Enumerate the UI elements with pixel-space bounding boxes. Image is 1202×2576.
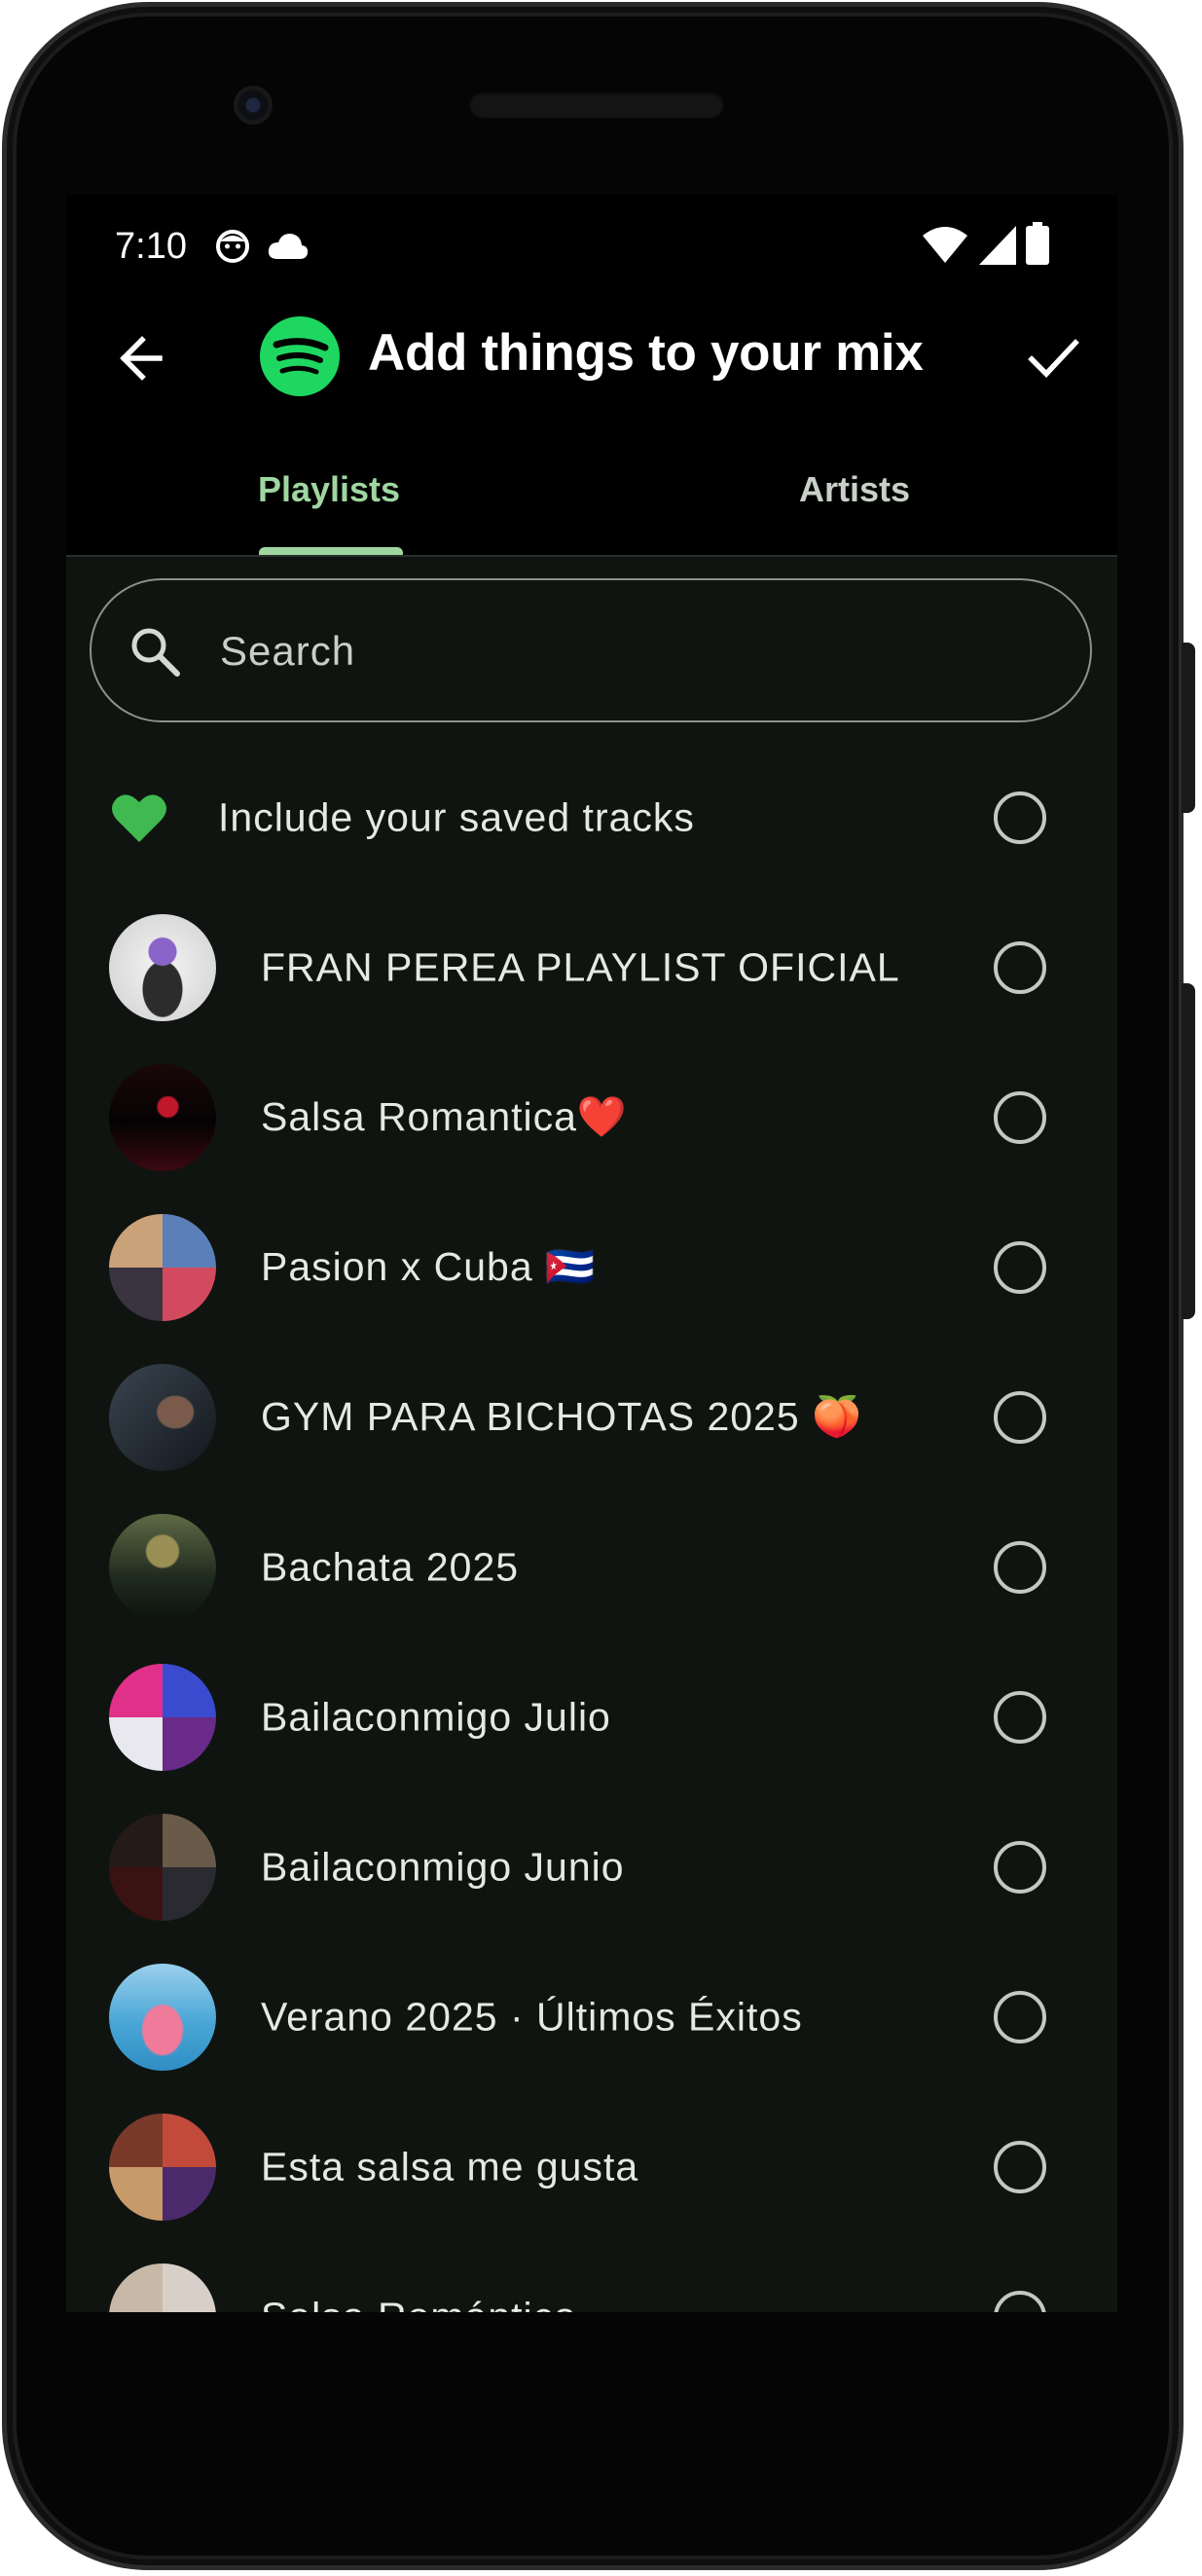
playlist-row[interactable]: Esta salsa me gusta [66, 2092, 1117, 2242]
playlist-radio[interactable] [994, 941, 1046, 994]
cellular-icon [979, 226, 1016, 265]
playlist-cover [109, 2114, 216, 2221]
playlist-name: FRAN PEREA PLAYLIST OFICIAL [261, 944, 900, 990]
playlist-radio[interactable] [994, 2291, 1046, 2312]
arrow-left-icon[interactable] [111, 327, 173, 389]
volume-button [1182, 643, 1195, 813]
app-bar: Add things to your mix [66, 302, 1117, 419]
tab-label: Playlists [257, 469, 401, 509]
tab-playlists[interactable]: Playlists [66, 428, 592, 555]
playlist-row[interactable]: GYM PARA BICHOTAS 2025 🍑 [66, 1343, 1117, 1492]
search-input[interactable] [218, 615, 1049, 687]
page-title: Add things to your mix [368, 324, 924, 382]
playlist-cover [109, 1214, 216, 1321]
face-notification-icon [216, 230, 249, 263]
earpiece-speaker [469, 91, 724, 118]
playlist-name: Salsa Romántica [261, 2295, 577, 2313]
search-bar[interactable] [90, 578, 1092, 722]
playlist-name: Bachata 2025 [261, 1544, 520, 1590]
playlist-name: Verano 2025 · Últimos Éxitos [261, 1994, 803, 2040]
playlist-cover [109, 2263, 216, 2312]
playlist-name: GYM PARA BICHOTAS 2025 🍑 [261, 1394, 863, 1439]
playlist-row[interactable]: Bachata 2025 [66, 1492, 1117, 1642]
cloud-icon [268, 234, 309, 259]
saved-tracks-row[interactable]: Include your saved tracks [66, 743, 1117, 893]
front-camera [234, 86, 273, 125]
playlist-radio[interactable] [994, 1691, 1046, 1744]
search-icon [131, 628, 180, 677]
playlist-radio[interactable] [994, 1991, 1046, 2043]
saved-tracks-radio[interactable] [994, 791, 1046, 844]
playlist-cover [109, 1064, 216, 1171]
tab-bar: Playlists Artists [66, 428, 1117, 557]
playlist-cover [109, 1664, 216, 1771]
tab-artists[interactable]: Artists [592, 428, 1117, 555]
playlist-radio[interactable] [994, 1541, 1046, 1594]
playlist-row[interactable]: Salsa Romántica [66, 2242, 1117, 2312]
heart-icon [112, 794, 166, 842]
playlist-radio[interactable] [994, 1241, 1046, 1294]
status-bar: 7:10 [66, 195, 1117, 302]
playlist-cover [109, 914, 216, 1021]
playlist-cover [109, 1814, 216, 1921]
playlist-name: Bailaconmigo Junio [261, 1844, 625, 1890]
tab-label: Artists [798, 469, 911, 509]
playlist-radio[interactable] [994, 2141, 1046, 2193]
active-tab-indicator [259, 547, 403, 555]
playlist-name: Salsa Romantica❤️ [261, 1094, 628, 1139]
playlist-row[interactable]: Pasion x Cuba 🇨🇺 [66, 1193, 1117, 1343]
phone-screen: 7:10 Add things to your mix Playlists Ar… [66, 195, 1117, 2312]
playlist-cover [109, 1514, 216, 1621]
check-icon[interactable] [1022, 327, 1084, 389]
spotify-logo [260, 316, 340, 396]
wifi-icon [923, 227, 967, 263]
battery-icon [1026, 222, 1049, 265]
playlist-name: Pasion x Cuba 🇨🇺 [261, 1244, 597, 1289]
playlist-row[interactable]: Bailaconmigo Junio [66, 1792, 1117, 1942]
playlist-cover [109, 1364, 216, 1471]
playlist-cover [109, 1964, 216, 2071]
playlist-name: Esta salsa me gusta [261, 2144, 639, 2190]
playlist-name: Bailaconmigo Julio [261, 1694, 611, 1740]
playlist-row[interactable]: Bailaconmigo Julio [66, 1642, 1117, 1792]
playlist-list-panel: Include your saved tracks FRAN PEREA PLA… [66, 557, 1117, 2312]
playlist-row[interactable]: Salsa Romantica❤️ [66, 1043, 1117, 1193]
playlist-radio[interactable] [994, 1841, 1046, 1894]
playlist-radio[interactable] [994, 1091, 1046, 1144]
saved-tracks-label: Include your saved tracks [218, 794, 695, 840]
playlist-row[interactable]: Verano 2025 · Últimos Éxitos [66, 1942, 1117, 2092]
playlist-radio[interactable] [994, 1391, 1046, 1444]
power-button [1182, 983, 1195, 1319]
playlist-row[interactable]: FRAN PEREA PLAYLIST OFICIAL [66, 893, 1117, 1043]
status-time: 7:10 [115, 226, 187, 267]
